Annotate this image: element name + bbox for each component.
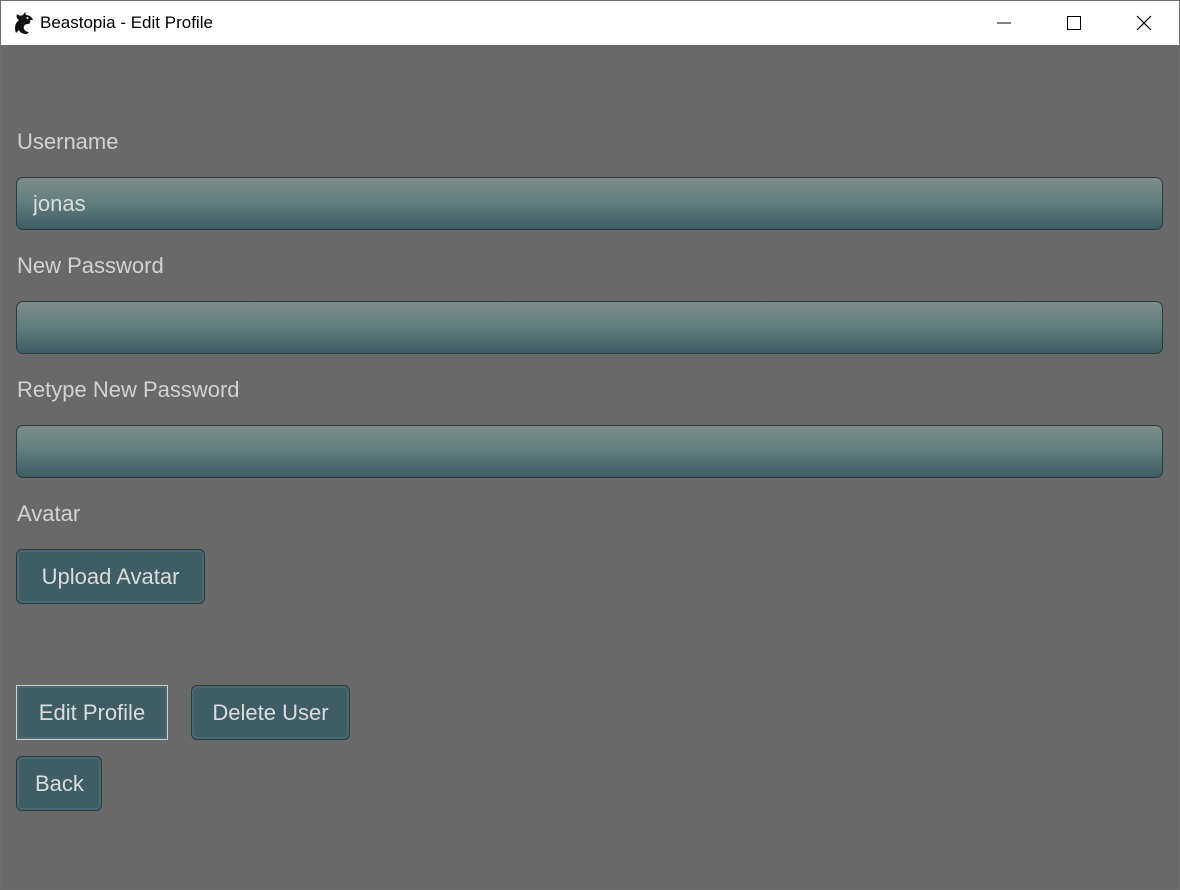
new-password-label: New Password — [17, 253, 164, 278]
window-title: Beastopia - Edit Profile — [40, 13, 213, 32]
minimize-button[interactable] — [969, 1, 1039, 45]
dragon-icon — [12, 11, 34, 35]
title-bar[interactable]: Beastopia - Edit Profile — [1, 1, 1179, 45]
maximize-icon — [1067, 16, 1081, 30]
maximize-button[interactable] — [1039, 1, 1109, 45]
edit-profile-form: Username New Password Retype New Passwor… — [1, 45, 1179, 889]
username-label: Username — [17, 129, 119, 154]
username-input[interactable] — [16, 177, 1163, 230]
close-button[interactable] — [1109, 1, 1179, 45]
avatar-label: Avatar — [17, 501, 81, 526]
window-controls — [969, 1, 1179, 45]
new-password-input[interactable] — [16, 301, 1163, 354]
upload-avatar-button[interactable]: Upload Avatar — [16, 549, 205, 604]
app-window: Beastopia - Edit Profile Username jonas … — [0, 0, 1180, 890]
retype-password-label: Retype New Password — [17, 377, 240, 402]
minimize-icon — [997, 22, 1011, 24]
back-button[interactable]: Back — [16, 756, 102, 811]
edit-profile-button[interactable]: Edit Profile — [16, 685, 168, 740]
close-icon — [1136, 15, 1152, 31]
delete-user-button[interactable]: Delete User — [191, 685, 350, 740]
retype-password-input[interactable] — [16, 425, 1163, 478]
